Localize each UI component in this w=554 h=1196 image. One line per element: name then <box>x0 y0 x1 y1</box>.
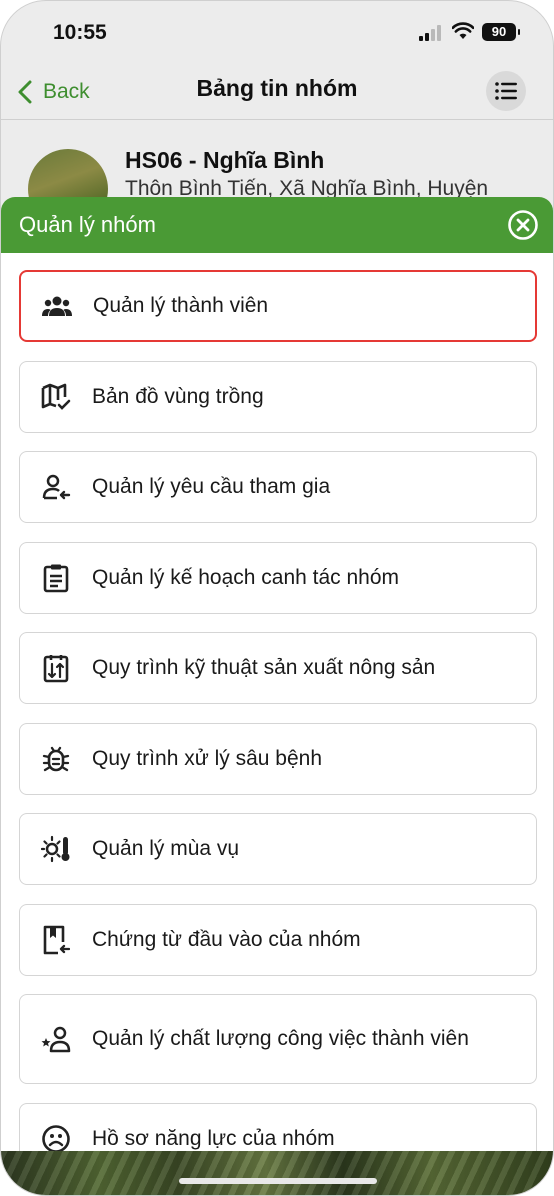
menu-item-label: Quản lý mùa vụ <box>92 837 240 860</box>
group-name: HS06 - Nghĩa Bình <box>125 147 325 173</box>
sheet-title: Quản lý nhóm <box>19 212 156 237</box>
menu-item-production-process[interactable]: Quy trình kỹ thuật sản xuất nông sản <box>19 632 537 704</box>
signal-icon <box>419 25 445 41</box>
menu-item-planting-map[interactable]: Bản đồ vùng trồng <box>19 360 537 433</box>
nav-divider <box>1 119 553 120</box>
menu-item-join-requests[interactable]: Quản lý yêu cầu tham gia <box>19 451 537 523</box>
menu-item-farming-plan[interactable]: Quản lý kế hoạch canh tác nhóm <box>19 541 537 614</box>
nav-bar: Back Bảng tin nhóm <box>1 63 553 119</box>
menu-list: Quản lý thành viên Bản đồ vùng trồng Quả… <box>19 270 537 1193</box>
background-photo-strip <box>1 1151 553 1195</box>
menu-item-label: Quy trình kỹ thuật sản xuất nông sản <box>92 656 436 679</box>
status-bar: 10:55 90 <box>1 1 553 63</box>
menu-item-label: Hồ sơ năng lực của nhóm <box>92 1126 335 1150</box>
members-icon <box>41 290 73 322</box>
page-title: Bảng tin nhóm <box>196 75 358 101</box>
map-icon <box>40 381 72 413</box>
process-icon <box>40 652 72 684</box>
phone-screen: 10:55 90 Back Bảng tin nhóm HS06 - Nghĩa… <box>0 0 554 1196</box>
menu-item-label: Quy trình xử lý sâu bệnh <box>92 746 323 770</box>
menu-item-label: Quản lý chất lượng công việc thành viên <box>92 1027 469 1050</box>
document-icon <box>40 924 72 956</box>
quality-icon <box>40 1023 72 1055</box>
clipboard-icon <box>40 562 72 594</box>
battery-indicator: 90 <box>482 23 520 41</box>
list-menu-button[interactable] <box>486 71 526 111</box>
season-icon <box>40 833 72 865</box>
bug-icon <box>40 743 72 775</box>
profile-icon <box>40 1123 72 1155</box>
sheet-header: Quản lý nhóm <box>1 197 553 253</box>
wifi-icon <box>452 22 474 39</box>
menu-item-label: Quản lý kế hoạch canh tác nhóm <box>92 565 400 589</box>
status-time: 10:55 <box>53 21 107 44</box>
menu-item-member-quality[interactable]: Quản lý chất lượng công việc thành viên <box>19 994 537 1084</box>
group-management-sheet: Quản lý nhóm Quản lý thành viên Bản đồ v… <box>1 197 553 1195</box>
join-request-icon <box>40 471 72 503</box>
home-indicator[interactable] <box>179 1178 377 1184</box>
menu-item-input-documents[interactable]: Chứng từ đầu vào của nhóm <box>19 903 537 976</box>
list-icon <box>495 82 517 100</box>
menu-item-member-management[interactable]: Quản lý thành viên <box>19 270 537 342</box>
menu-item-label: Bản đồ vùng trồng <box>92 384 264 408</box>
menu-item-label: Quản lý yêu cầu tham gia <box>92 475 331 498</box>
menu-item-label: Quản lý thành viên <box>93 294 269 317</box>
menu-item-season-management[interactable]: Quản lý mùa vụ <box>19 813 537 885</box>
close-icon[interactable] <box>507 209 539 241</box>
menu-item-pest-process[interactable]: Quy trình xử lý sâu bệnh <box>19 722 537 795</box>
menu-item-label: Chứng từ đầu vào của nhóm <box>92 927 361 951</box>
